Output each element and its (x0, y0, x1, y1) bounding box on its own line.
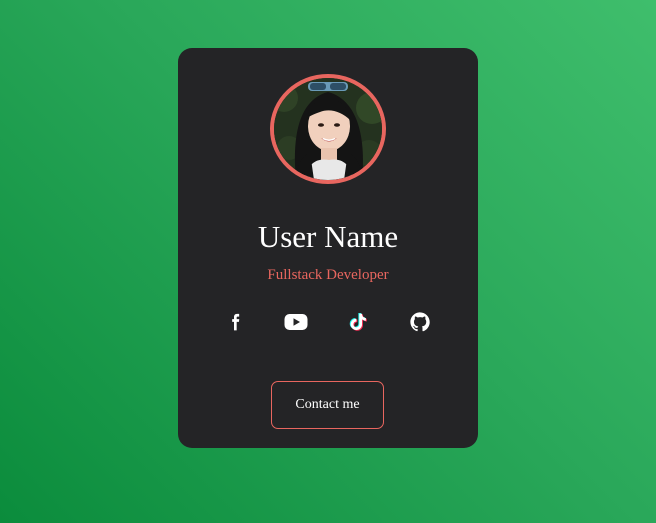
profile-name: User Name (257, 219, 399, 254)
youtube-link[interactable] (283, 309, 309, 335)
github-link[interactable] (407, 309, 433, 335)
tiktok-icon (349, 313, 367, 331)
contact-button[interactable]: Contact me (271, 381, 384, 429)
avatar-photo (274, 78, 382, 180)
tiktok-link[interactable] (345, 309, 371, 335)
github-icon (410, 312, 430, 332)
profile-role: Fullstack Developer (267, 267, 389, 283)
youtube-icon (284, 314, 308, 330)
social-links (178, 309, 478, 335)
profile-card: User Name Fullstack Developer Contact me (178, 48, 478, 448)
avatar (270, 74, 386, 184)
facebook-icon (232, 313, 240, 331)
facebook-link[interactable] (222, 309, 248, 335)
